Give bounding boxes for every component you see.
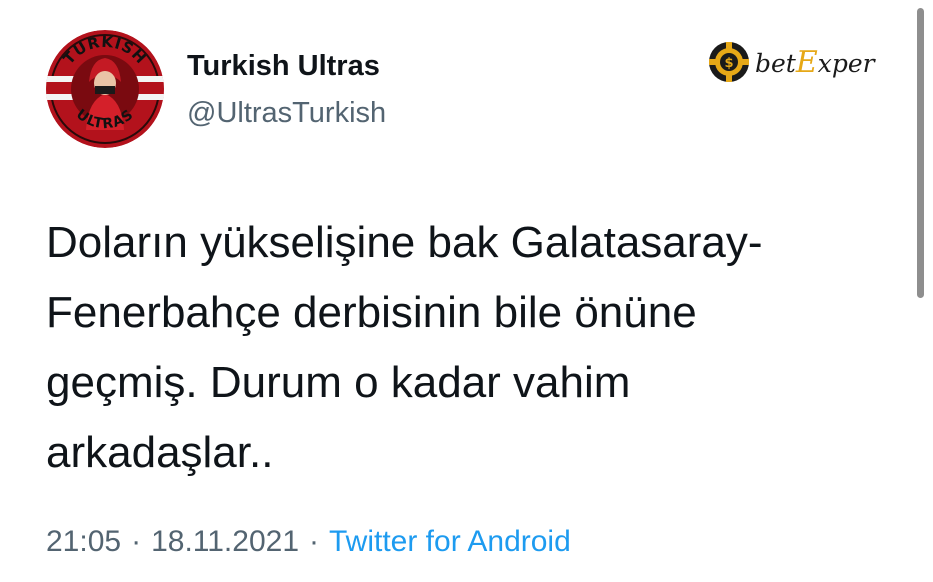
scrollbar[interactable] xyxy=(917,8,924,298)
tweet-meta: 21:05 · 18.11.2021 · Twitter for Android xyxy=(46,525,571,559)
display-name[interactable]: Turkish Ultras xyxy=(187,50,380,83)
tweet-text-line: Doların yükselişine bak Galatasaray- xyxy=(46,218,763,267)
meta-separator: · xyxy=(309,525,319,558)
poker-chip-icon: $ xyxy=(709,42,749,82)
brand-wordmark: betExper xyxy=(755,44,875,80)
user-handle[interactable]: @UltrasTurkish xyxy=(187,97,386,130)
avatar-image: TURKISH ULTRAS xyxy=(46,30,164,148)
avatar[interactable]: TURKISH ULTRAS xyxy=(46,30,164,148)
tweet-card: TURKISH ULTRAS Turkish Ultras @UltrasTur… xyxy=(0,0,933,582)
betexper-watermark: $ betExper xyxy=(707,40,875,84)
meta-separator: · xyxy=(131,525,142,558)
tweet-text-line: arkadaşlar.. xyxy=(46,428,274,477)
svg-text:$: $ xyxy=(724,56,733,71)
tweet-source-link[interactable]: Twitter for Android xyxy=(329,525,571,558)
tweet-date[interactable]: 18.11.2021 xyxy=(151,525,299,558)
tweet-text: Doların yükselişine bak Galatasaray- Fen… xyxy=(46,208,906,488)
tweet-time[interactable]: 21:05 xyxy=(46,525,121,558)
tweet-text-line: geçmiş. Durum o kadar vahim xyxy=(46,358,631,407)
tweet-text-line: Fenerbahçe derbisinin bile önüne xyxy=(46,288,697,337)
